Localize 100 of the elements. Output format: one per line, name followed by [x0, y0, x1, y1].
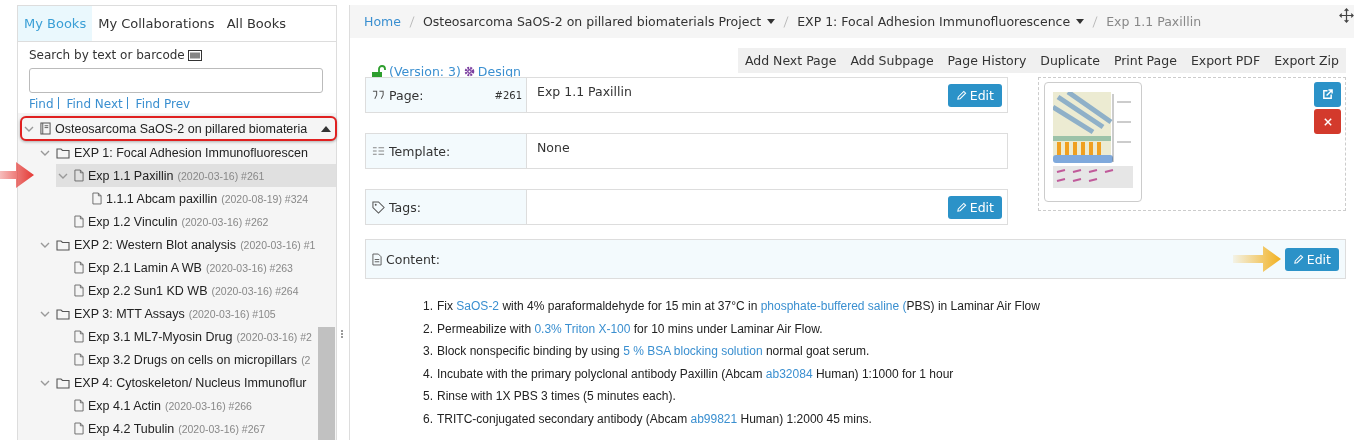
move-icon[interactable] — [1339, 8, 1354, 23]
pencil-icon[interactable] — [1292, 253, 1304, 265]
tag-icon — [372, 200, 385, 214]
tree-item-label[interactable]: EXP 4: Cytoskeleton/ Nucleus Immunoflur — [74, 375, 307, 390]
step-number: 1. — [423, 299, 433, 315]
barcode-icon[interactable] — [187, 49, 202, 61]
tree-item-meta: (2020-03-16) #262 — [181, 215, 269, 228]
version-link[interactable]: (Version: 3) — [389, 64, 461, 79]
page-number: #261 — [494, 89, 522, 101]
tree-item-label[interactable]: Exp 1.2 Vinculin — [88, 214, 178, 229]
toolbar-button[interactable]: Export PDF — [1183, 48, 1268, 73]
tree-row[interactable]: EXP 4: Cytoskeleton/ Nucleus Immunoflur — [38, 371, 336, 394]
toolbar-button[interactable]: Export Zip — [1267, 48, 1346, 73]
toolbar-button[interactable]: Add Next Page — [737, 48, 844, 73]
remove-button[interactable] — [1314, 109, 1341, 134]
unlock-icon[interactable] — [372, 64, 386, 79]
tree-row[interactable]: EXP 2: Western Blot analysis (2020-03-16) #1 — [38, 233, 336, 256]
step-number: 2. — [423, 321, 433, 338]
protocol-step: Fix SaOS-2 with 4% paraformaldehyde for 15 min at 37°C in phosphate-buffered saline (PBS) in Laminar Air Flow — [437, 299, 1040, 322]
tree-row[interactable]: Exp 2.2 Sun1 KD WB (2020-03-16) #264 — [56, 279, 336, 302]
protocol-step: Rinse with 1X PBS 3 times (5 minutes each). — [437, 389, 676, 412]
tree-item-label[interactable]: Exp 2.1 Lamin A WB — [88, 260, 202, 275]
reagent-link[interactable]: 0.3% Triton X-100 — [534, 321, 631, 336]
find-link[interactable]: Find — [29, 97, 54, 111]
search-label: Search by text or barcode — [29, 48, 185, 62]
tree-row[interactable]: Exp 4.1 Actin (2020-03-16) #266 — [56, 394, 336, 417]
tree-item-meta: (2020-03-16) #267 — [178, 422, 266, 435]
content-label: Content: — [386, 251, 440, 267]
protocol-step: Block nonspecific binding by using 5 % BSA blocking solution normal goat serum. — [437, 344, 870, 367]
gear-icon[interactable] — [463, 66, 475, 77]
field-label: Page: — [389, 87, 424, 103]
tree-item-label[interactable]: EXP 3: MTT Assays — [74, 306, 185, 321]
tree-row[interactable]: Exp 1.2 Vinculin (2020-03-16) #262 — [56, 210, 336, 233]
tree-item-label[interactable]: Exp 3.1 ML7-Myosin Drug — [88, 329, 233, 344]
tree-item-label[interactable]: Exp 3.2 Drugs on cells on micropillars — [88, 352, 298, 367]
design-link[interactable]: Design — [477, 64, 522, 79]
scrollbar-thumb[interactable] — [318, 327, 335, 440]
reagent-link[interactable]: phosphate-buffered saline ( — [760, 299, 907, 313]
tree-item-label[interactable]: Exp 2.2 Sun1 KD WB — [88, 283, 208, 298]
reagent-link[interactable]: ab32084 — [765, 366, 813, 381]
tree-item-meta: (2020-03-16) #266 — [164, 399, 252, 412]
document-icon — [74, 215, 84, 228]
collapse-arrow-icon[interactable] — [321, 125, 331, 132]
tree-item-label[interactable]: Exp 4.1 Actin — [88, 398, 161, 413]
slash-separator-icon — [408, 15, 415, 28]
tree-item-label[interactable]: EXP 2: Western Blot analysis — [74, 237, 237, 252]
tree-item-meta: (2020-03-16) #1 — [240, 238, 316, 251]
pencil-icon[interactable] — [955, 202, 967, 213]
tree-item-meta: (2020-08-19) #324 — [221, 192, 309, 205]
tree-row[interactable]: Exp 3.2 Drugs on cells on micropillars (2 — [56, 348, 336, 371]
field-value: Exp 1.1 Paxillin — [537, 84, 632, 99]
tree-row[interactable]: EXP 3: MTT Assays (2020-03-16) #105 — [38, 302, 336, 325]
find-link[interactable]: Find Prev — [135, 97, 191, 111]
field-value: None — [537, 140, 570, 155]
breadcrumb-dropdown[interactable]: EXP 1: Focal Adhesion Immunofluorescence — [797, 14, 1085, 29]
tree-row[interactable]: Exp 3.1 ML7-Myosin Drug (2020-03-16) #2 — [56, 325, 336, 348]
tree-item-label[interactable]: Exp 1.1 Paxillin — [88, 168, 174, 183]
image-thumbnail[interactable] — [1044, 82, 1142, 202]
reagent-link[interactable]: 5 % BSA blocking solution — [623, 344, 763, 358]
tree-item-label[interactable]: Osteosarcoma SaOS-2 on pillared biomateria — [55, 121, 308, 136]
breadcrumb-current: Exp 1.1 Paxillin — [1106, 14, 1202, 29]
tree-row[interactable]: Exp 4.2 Tubulin (2020-03-16) #267 — [56, 417, 336, 440]
document-icon — [372, 252, 382, 266]
caret-icon[interactable] — [1076, 19, 1085, 24]
document-icon — [74, 261, 84, 274]
tree-item-meta: (2020-03-16) #261 — [177, 169, 265, 182]
breadcrumb-dropdown[interactable]: Osteosarcoma SaOS-2 on pillared biomaterials Project — [422, 14, 776, 29]
step-number: 3. — [423, 344, 433, 360]
highlight-box[interactable]: Osteosarcoma SaOS-2 on pillared biomateria — [20, 116, 337, 141]
tree-item-meta: (2 — [301, 353, 311, 366]
tree-row[interactable]: EXP 1: Focal Adhesion Immunofluorescen — [38, 141, 336, 164]
caret-icon[interactable] — [767, 19, 776, 24]
toolbar-button[interactable]: Add Subpage — [843, 48, 941, 73]
open-external-button[interactable] — [1314, 82, 1341, 107]
resize-handle-icon[interactable] — [341, 330, 345, 338]
field-label: Template: — [389, 143, 451, 159]
book-icon — [40, 122, 51, 135]
tree-item-label[interactable]: 1.1.1 Abcam paxillin — [106, 191, 218, 206]
slash-separator-icon — [783, 15, 790, 28]
document-icon — [92, 192, 102, 205]
external-link-icon[interactable] — [1322, 89, 1333, 100]
document-icon — [74, 330, 84, 343]
document-icon — [74, 422, 84, 435]
tree-row[interactable]: Exp 2.1 Lamin A WB (2020-03-16) #263 — [56, 256, 336, 279]
toolbar-button[interactable]: Page History — [940, 48, 1034, 73]
close-icon[interactable] — [1323, 117, 1332, 126]
folder-icon — [56, 307, 70, 320]
tree-row[interactable]: 1.1.1 Abcam paxillin (2020-08-19) #324 — [74, 187, 336, 210]
field-label: Tags: — [389, 199, 421, 215]
slash-separator-icon — [1092, 15, 1099, 28]
pencil-icon[interactable] — [955, 90, 967, 101]
search-field[interactable] — [29, 68, 323, 93]
tree-item-label[interactable]: EXP 1: Focal Adhesion Immunofluorescen — [74, 145, 308, 160]
tree-item-meta: (2020-03-16) #2 — [236, 330, 312, 343]
reagent-link[interactable]: SaOS-2 — [456, 299, 500, 313]
reagent-link[interactable]: ab99821 — [690, 411, 738, 426]
tree-item-label[interactable]: Exp 4.2 Tubulin — [88, 421, 175, 436]
find-link[interactable]: Find Next — [66, 97, 123, 111]
toolbar-button[interactable]: Duplicate — [1033, 48, 1107, 73]
toolbar-button[interactable]: Print Page — [1106, 48, 1184, 73]
